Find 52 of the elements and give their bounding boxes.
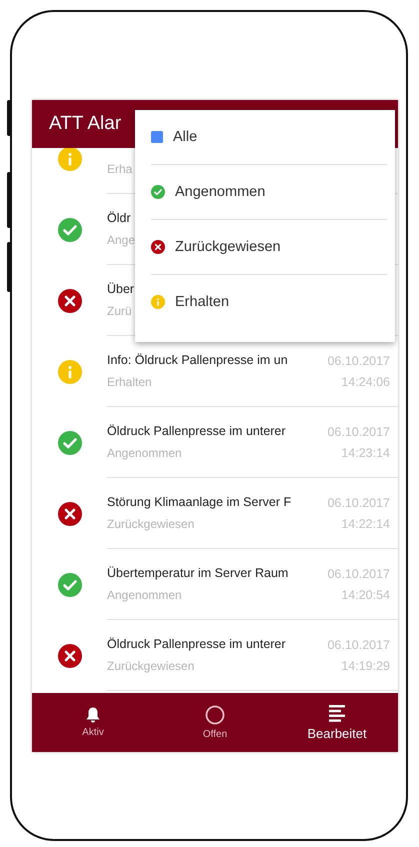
alarm-title: Öldruck Pallenpresse im unterer — [107, 424, 287, 439]
menu-item[interactable]: Angenommen — [151, 165, 387, 220]
x-circle-icon — [58, 502, 82, 526]
check-circle-icon — [58, 218, 82, 242]
alarm-date: 06.10.2017 — [327, 566, 390, 580]
alarm-item[interactable]: Öldruck Pallenpresse im unterer Angenommen 06.10.2017 14:23:14 — [107, 407, 398, 478]
alarm-item[interactable]: Übertemperatur im Server Raum Angenommen 06.10.2017 14:20:54 — [107, 549, 398, 620]
alarm-status: Angenommen — [107, 446, 183, 460]
alarm-time: 14:22:14 — [341, 516, 390, 530]
x-circle-icon — [58, 644, 82, 668]
alarm-status: Erha — [107, 162, 134, 176]
alarm-title: Öldr — [107, 211, 132, 226]
menu-item[interactable]: Zurückgewiesen — [151, 220, 387, 275]
app-title: ATT Alar — [49, 113, 122, 135]
check-circle-icon — [151, 185, 165, 199]
alarm-time: 14:24:06 — [341, 374, 390, 388]
alarm-title: Störung Klimaanlage im Server F — [107, 495, 292, 510]
info-icon — [58, 360, 82, 384]
alarm-status: Angenommen — [107, 588, 183, 602]
alarm-item[interactable]: Störung Klimaanlage im Server F Zurückgewiesen 06.10.2017 14:22:14 — [107, 478, 398, 549]
alarm-status: Zurü — [107, 304, 133, 318]
alarm-date: 06.10.2017 — [327, 424, 390, 438]
alarm-date: 06.10.2017 — [327, 354, 390, 368]
alarm-status: Zurückgewiesen — [107, 517, 196, 531]
info-icon — [58, 146, 82, 170]
alarm-item[interactable]: Öldruck Pallenpresse im unterer Zurückgewiesen 06.10.2017 14:19:29 — [107, 620, 398, 691]
alarm-time: 14:20:54 — [341, 588, 390, 602]
circle-icon — [205, 705, 225, 725]
nav-tab[interactable]: Aktiv — [32, 693, 154, 752]
alarm-title: Info: Öldruck Pallenpresse im un — [107, 353, 289, 368]
bell-icon — [86, 707, 100, 723]
nav-tab[interactable]: Bearbeitet — [276, 693, 398, 752]
check-circle-icon — [58, 430, 82, 454]
list-icon — [329, 704, 345, 722]
check-circle-icon — [58, 572, 82, 596]
square-icon — [151, 131, 163, 143]
alarm-status: Ange — [107, 233, 136, 247]
x-circle-icon — [58, 288, 82, 312]
nav-tab[interactable]: Offen — [154, 693, 276, 752]
alarm-status: Erhalten — [107, 375, 153, 389]
alarm-time: 14:19:29 — [341, 658, 390, 672]
x-circle-icon — [151, 240, 165, 254]
info-icon — [151, 295, 165, 309]
alarm-date: 06.10.2017 — [327, 638, 390, 652]
alarm-status: Zurückgewiesen — [107, 659, 196, 673]
alarm-time: 14:23:14 — [341, 446, 390, 460]
menu-item[interactable]: Alle — [151, 110, 387, 165]
alarm-title: Übertemperatur im Server Raum — [107, 566, 290, 581]
menu-item[interactable]: Erhalten — [151, 275, 387, 329]
alarm-date: 06.10.2017 — [327, 496, 390, 510]
alarm-title: Öldruck Pallenpresse im unterer — [107, 637, 287, 652]
alarm-title: Über — [107, 282, 136, 297]
